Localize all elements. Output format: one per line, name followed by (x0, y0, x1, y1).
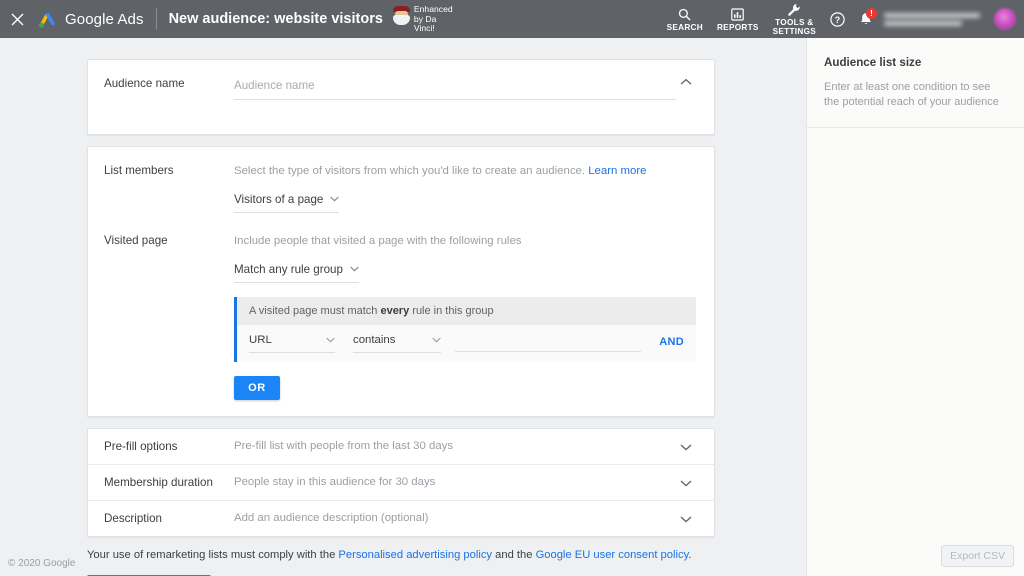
list-members-label: List members (104, 163, 234, 213)
membership-duration-label: Membership duration (104, 476, 234, 489)
rule-group-header: A visited page must match every rule in … (237, 297, 696, 325)
prefill-options-row[interactable]: Pre-fill options Pre-fill list with peop… (88, 429, 714, 465)
chevron-down-icon (680, 515, 692, 523)
workspace: Audience name List members (0, 38, 1024, 576)
audience-size-card: Audience list size Enter at least one co… (807, 38, 1024, 128)
copyright-text: © 2020 Google (8, 558, 75, 569)
chevron-down-icon (680, 443, 692, 451)
top-app-bar: Google Ads New audience: website visitor… (0, 0, 1024, 38)
audience-size-description: Enter at least one condition to see the … (824, 80, 1007, 110)
help-button[interactable]: ? (823, 0, 852, 38)
chevron-down-icon (680, 479, 692, 487)
wrench-icon (787, 2, 801, 17)
chevron-down-icon (326, 334, 335, 346)
membership-duration-row[interactable]: Membership duration People stay in this … (88, 465, 714, 501)
tools-label: TOOLS & SETTINGS (773, 18, 816, 36)
close-icon (11, 13, 24, 26)
tools-and-settings-button[interactable]: TOOLS & SETTINGS (766, 0, 823, 38)
audience-name-collapse-toggle[interactable] (676, 76, 696, 100)
search-label: SEARCH (667, 23, 703, 32)
list-members-select[interactable]: Visitors of a page (234, 191, 339, 213)
membership-duration-expand-toggle[interactable] (676, 477, 696, 487)
legal-disclaimer: Your use of remarketing lists must compl… (87, 548, 715, 563)
prefill-options-value: Pre-fill list with people from the last … (234, 440, 676, 452)
match-rule-group-select[interactable]: Match any rule group (234, 261, 359, 283)
account-info-blurred[interactable] (884, 7, 988, 31)
audience-size-panel: Audience list size Enter at least one co… (806, 38, 1024, 576)
rule-value-input[interactable] (455, 335, 641, 352)
collapsed-options-card: Pre-fill options Pre-fill list with peop… (87, 428, 715, 537)
list-members-row: List members Select the type of visitors… (88, 147, 714, 229)
rule-value-field[interactable] (455, 331, 641, 352)
rule-group-header-pre: A visited page must match (249, 305, 380, 317)
main-content: Audience name List members (0, 38, 806, 576)
add-or-rule-group-button[interactable]: OR (234, 376, 280, 400)
google-ads-logo-icon (36, 9, 58, 29)
avatar[interactable] (994, 8, 1016, 30)
rule-dimension-select[interactable]: URL (249, 331, 335, 353)
legal-part-3: . (688, 549, 691, 561)
reports-button[interactable]: REPORTS (710, 0, 766, 38)
svg-text:?: ? (835, 15, 841, 25)
rule-group-header-post: rule in this group (409, 305, 493, 317)
personalised-advertising-policy-link[interactable]: Personalised advertising policy (338, 549, 492, 561)
legal-part-2: and the (492, 549, 536, 561)
rule-operator-select[interactable]: contains (353, 331, 441, 353)
membership-duration-value: People stay in this audience for 30 days (234, 476, 676, 488)
search-icon (678, 7, 691, 22)
header-actions: SEARCH REPORTS TOOLS & SETTINGS (660, 0, 1024, 38)
audience-rules-card: List members Select the type of visitors… (87, 146, 715, 417)
audience-name-row: Audience name (88, 60, 714, 134)
description-row[interactable]: Description Add an audience description … (88, 501, 714, 536)
page-title: New audience: website visitors (169, 11, 383, 27)
google-eu-consent-policy-link[interactable]: Google EU user consent policy (536, 549, 689, 561)
chevron-up-icon (680, 78, 692, 86)
export-csv-button[interactable]: Export CSV (941, 545, 1014, 567)
rule-row: URL contains (237, 325, 696, 362)
audience-name-card: Audience name (87, 59, 715, 135)
audience-name-label: Audience name (104, 76, 234, 100)
rule-group-header-strong: every (380, 305, 409, 317)
audience-name-input[interactable] (234, 80, 676, 100)
header-divider (156, 8, 157, 30)
brand-name: Google Ads (65, 11, 144, 28)
audience-form: Audience name List members (87, 59, 715, 576)
prefill-options-expand-toggle[interactable] (676, 441, 696, 451)
davinci-badge-label: Enhanced by Da Vinci! (414, 5, 458, 34)
description-expand-toggle[interactable] (676, 513, 696, 523)
davinci-avatar-icon (393, 6, 410, 25)
list-members-learn-more-link[interactable]: Learn more (588, 165, 646, 177)
chevron-down-icon (350, 266, 359, 272)
visited-page-row: Visited page Include people that visited… (88, 229, 714, 416)
help-icon: ? (830, 12, 845, 27)
search-button[interactable]: SEARCH (660, 0, 710, 38)
list-members-helper-text: Select the type of visitors from which y… (234, 165, 585, 177)
close-button[interactable] (0, 0, 34, 38)
audience-size-title: Audience list size (824, 56, 1007, 69)
add-and-condition-button[interactable]: AND (655, 336, 684, 348)
chevron-down-icon (432, 334, 441, 346)
visited-page-label: Visited page (104, 233, 234, 400)
list-members-helper: Select the type of visitors from which y… (234, 163, 696, 179)
match-rule-group-value: Match any rule group (234, 263, 343, 276)
description-value: Add an audience description (optional) (234, 512, 676, 524)
list-members-selected-value: Visitors of a page (234, 193, 323, 206)
notifications-button[interactable]: ! (852, 0, 880, 38)
rule-dimension-value: URL (249, 334, 272, 346)
reports-label: REPORTS (717, 23, 759, 32)
legal-part-1: Your use of remarketing lists must compl… (87, 549, 338, 561)
rule-operator-value: contains (353, 334, 395, 346)
description-label: Description (104, 512, 234, 525)
notification-badge: ! (866, 8, 877, 19)
visited-page-helper: Include people that visited a page with … (234, 233, 696, 249)
prefill-options-label: Pre-fill options (104, 440, 234, 453)
rule-group: A visited page must match every rule in … (234, 297, 696, 362)
chevron-down-icon (330, 196, 339, 202)
davinci-badge: Enhanced by Da Vinci! (393, 5, 458, 34)
reports-icon (731, 7, 744, 22)
